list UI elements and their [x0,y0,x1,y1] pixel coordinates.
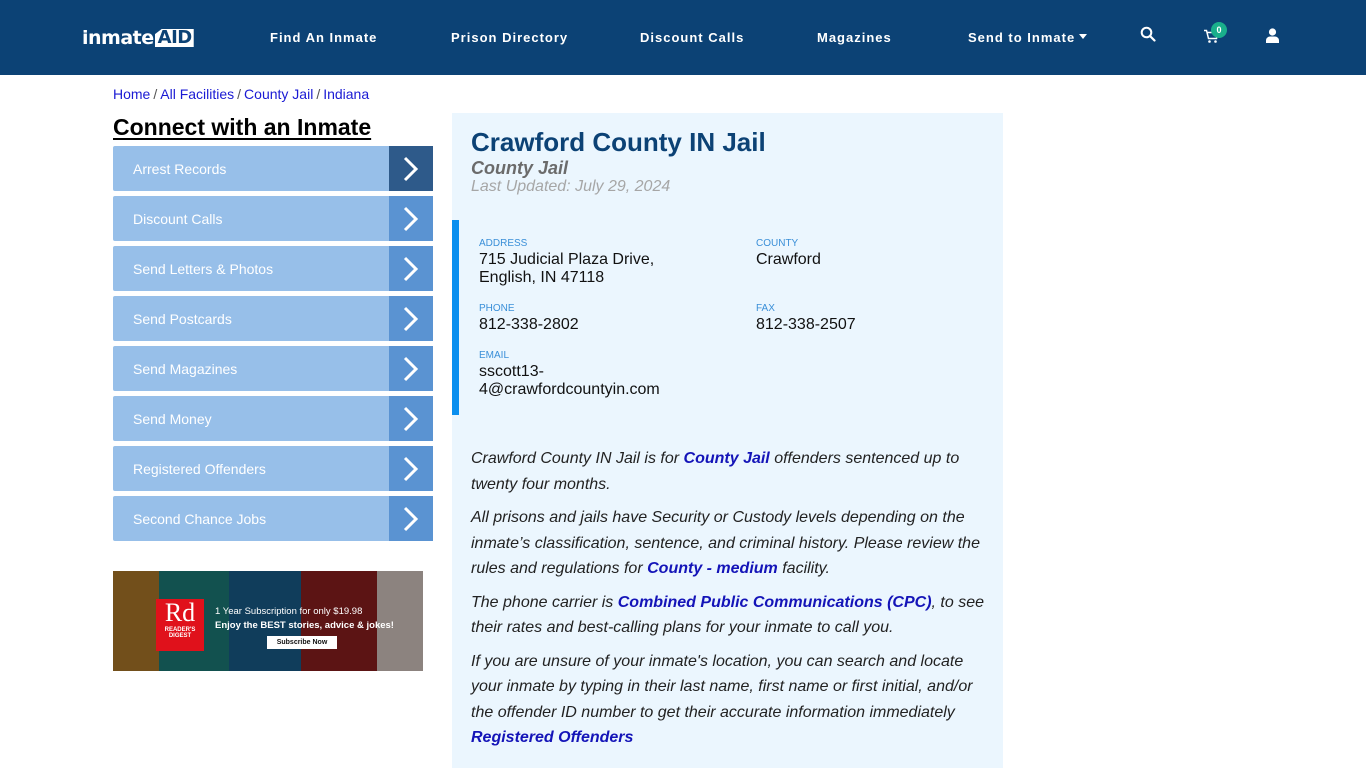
ad-brand-short: Rd [164,598,196,627]
sidebar-item-label: Send Postcards [133,310,232,327]
search-button[interactable] [1140,26,1162,48]
breadcrumb-indiana[interactable]: Indiana [323,86,369,102]
sidebar-item-label: Second Chance Jobs [133,510,267,527]
nav-magazines[interactable]: Magazines [817,30,892,45]
logo-accent: AID [154,29,194,47]
email-line1[interactable]: sscott13- [479,363,660,381]
address-field: Address 715 Judicial Plaza Drive, Englis… [479,238,654,287]
address-label: Address [479,238,528,249]
breadcrumb-separator: / [153,86,158,102]
readers-digest-ad[interactable]: Rd READER'S DIGEST 1 Year Subscription f… [113,571,423,671]
address-line2: English, IN 47118 [479,269,605,286]
breadcrumb-county-jail[interactable]: County Jail [244,86,313,102]
breadcrumb-home[interactable]: Home [113,86,150,102]
user-icon [1266,28,1279,43]
search-icon [1140,26,1156,42]
breadcrumb-all-facilities[interactable]: All Facilities [160,86,234,102]
chevron-right-icon [389,496,433,541]
nav-send-to-inmate-label: Send to Inmate [968,30,1076,45]
sidebar-item-label: Discount Calls [133,210,223,227]
text: Crawford County IN Jail is for [471,450,684,467]
sidebar-item-label: Send Letters & Photos [133,260,274,277]
nav-send-to-inmate[interactable]: Send to Inmate [968,30,1088,45]
last-updated: Last Updated: July 29, 2024 [471,178,671,195]
link-county-jail[interactable]: County Jail [684,450,770,467]
chevron-right-icon [389,146,433,191]
chevron-right-icon [389,296,433,341]
fax-field: Fax 812-338-2507 [756,303,856,334]
sidebar-item-registered-offenders[interactable]: Registered Offenders [113,446,433,491]
county-field: County Crawford [756,238,821,269]
sidebar-item-arrest-records[interactable]: Arrest Records [113,146,433,191]
chevron-right-icon [389,396,433,441]
ad-subscribe-button[interactable]: Subscribe Now [267,636,337,649]
caret-down-icon [1079,34,1088,40]
sidebar-title: Connect with an Inmate [113,114,372,140]
sidebar-menu: Arrest Records Discount Calls Send Lette… [113,146,433,546]
account-button[interactable] [1266,28,1288,50]
link-county-medium[interactable]: County - medium [647,560,778,577]
paragraph-jail-type: Crawford County IN Jail is for County Ja… [471,446,991,497]
breadcrumb: Home / All Facilities / County Jail / Indiana [113,86,369,102]
link-registered-offenders[interactable]: Registered Offenders [471,729,633,746]
paragraph-security-levels: All prisons and jails have Security or C… [471,505,991,582]
phone-field: Phone 812-338-2802 [479,303,579,334]
cart-count-badge: 0 [1211,22,1227,38]
sidebar-item-send-money[interactable]: Send Money [113,396,433,441]
paragraph-phone-carrier: The phone carrier is Combined Public Com… [471,590,991,641]
facility-panel: Crawford County IN Jail County Jail Last… [452,113,1003,768]
facility-info-card: Address 715 Judicial Plaza Drive, Englis… [452,220,1003,415]
sidebar-item-discount-calls[interactable]: Discount Calls [113,196,433,241]
sidebar-item-label: Registered Offenders [133,460,266,477]
breadcrumb-separator: / [237,86,242,102]
sidebar-item-label: Send Magazines [133,360,238,377]
ad-headline: 1 Year Subscription for only $19.98 [215,606,363,617]
sidebar-item-send-letters-photos[interactable]: Send Letters & Photos [113,246,433,291]
text: The phone carrier is [471,593,618,611]
link-phone-carrier[interactable]: Combined Public Communications (CPC) [618,594,932,611]
nav-find-an-inmate[interactable]: Find An Inmate [270,30,377,45]
email-field: Email sscott13- 4@crawfordcountyin.com [479,350,660,399]
phone-value[interactable]: 812-338-2802 [479,316,579,334]
address-line1: 715 Judicial Plaza Drive, [479,251,655,268]
chevron-right-icon [389,246,433,291]
sidebar-item-label: Send Money [133,410,212,427]
logo-text: inmate [82,27,154,49]
text: facility. [777,560,830,577]
text: If you are unsure of your inmate's locat… [471,652,973,721]
sidebar-item-second-chance-jobs[interactable]: Second Chance Jobs [113,496,433,541]
email-label: Email [479,350,510,361]
county-value: Crawford [756,251,821,268]
chevron-right-icon [389,196,433,241]
paragraph-locate-inmate: If you are unsure of your inmate's locat… [471,649,991,751]
fax-label: Fax [756,303,775,314]
facility-name: Crawford County IN Jail [471,127,766,157]
email-line2[interactable]: 4@crawfordcountyin.com [479,381,660,399]
facility-description: Crawford County IN Jail is for County Ja… [471,446,991,759]
sidebar-item-label: Arrest Records [133,160,227,177]
nav-prison-directory[interactable]: Prison Directory [451,30,568,45]
ad-tagline: Enjoy the BEST stories, advice & jokes! [215,620,394,631]
chevron-right-icon [389,346,433,391]
sidebar-item-send-magazines[interactable]: Send Magazines [113,346,433,391]
fax-value: 812-338-2507 [756,316,856,333]
chevron-right-icon [389,446,433,491]
top-navbar: inmate AID Find An Inmate Prison Director… [0,0,1366,75]
phone-label: Phone [479,303,515,314]
breadcrumb-separator: / [316,86,321,102]
facility-type: County Jail [471,158,569,178]
ad-brand-line2: DIGEST [168,633,192,639]
county-label: County [756,238,799,249]
sidebar-item-send-postcards[interactable]: Send Postcards [113,296,433,341]
readers-digest-logo: Rd READER'S DIGEST [156,599,204,651]
site-logo[interactable]: inmate AID [82,26,194,50]
nav-discount-calls[interactable]: Discount Calls [640,30,744,45]
